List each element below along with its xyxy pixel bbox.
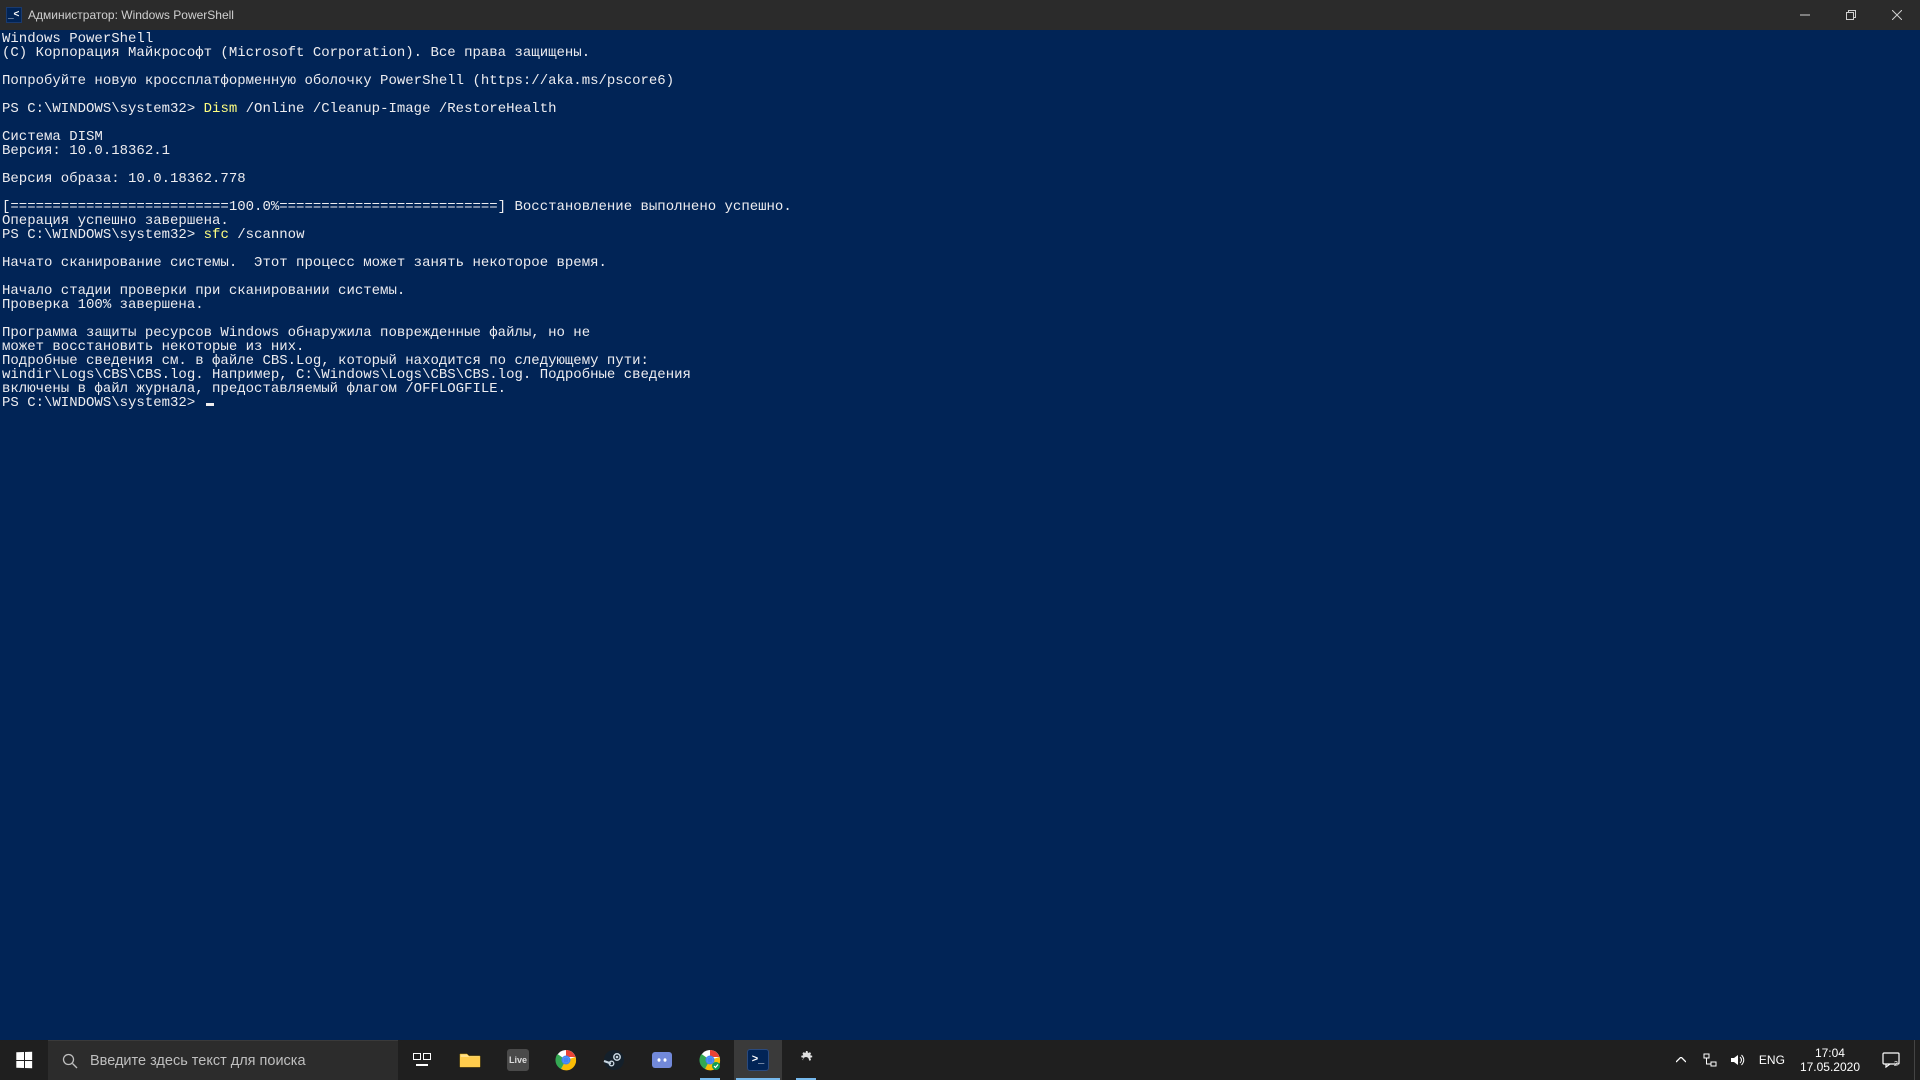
notification-icon: 2 <box>1882 1052 1900 1068</box>
close-button[interactable] <box>1874 0 1920 30</box>
tray-overflow-button[interactable] <box>1666 1040 1696 1080</box>
taskbar: Введите здесь текст для поиска Live >_ E… <box>0 1040 1920 1080</box>
taskbar-app-discord[interactable] <box>638 1040 686 1080</box>
search-box[interactable]: Введите здесь текст для поиска <box>48 1040 398 1080</box>
minimize-button[interactable] <box>1782 0 1828 30</box>
taskbar-app-steam[interactable] <box>590 1040 638 1080</box>
powershell-icon: >_ <box>6 7 22 23</box>
chevron-up-icon <box>1676 1057 1686 1063</box>
tray-language-button[interactable]: ENG <box>1752 1040 1792 1080</box>
task-view-button[interactable] <box>398 1040 446 1080</box>
tray-volume-button[interactable] <box>1724 1040 1752 1080</box>
chrome-icon <box>554 1048 578 1072</box>
system-tray: ENG 17:04 17.05.2020 2 <box>1666 1040 1920 1080</box>
clock-time: 17:04 <box>1815 1046 1845 1060</box>
folder-icon <box>458 1048 482 1072</box>
console-output[interactable]: Windows PowerShell(C) Корпорация Майкрос… <box>0 30 1920 1040</box>
tray-notifications-button[interactable]: 2 <box>1868 1040 1914 1080</box>
gear-icon <box>794 1048 818 1072</box>
show-desktop-button[interactable] <box>1914 1040 1920 1080</box>
steam-icon <box>602 1048 626 1072</box>
volume-icon <box>1730 1052 1746 1068</box>
svg-text:2: 2 <box>1894 1061 1898 1068</box>
chrome-canary-icon <box>698 1048 722 1072</box>
tray-clock[interactable]: 17:04 17.05.2020 <box>1792 1040 1868 1080</box>
powershell-window: >_ Администратор: Windows PowerShell Win… <box>0 0 1920 1040</box>
network-icon <box>1702 1052 1718 1068</box>
taskbar-app-powershell[interactable]: >_ <box>734 1040 782 1080</box>
taskbar-app-file-explorer[interactable] <box>446 1040 494 1080</box>
taskbar-app-live[interactable]: Live <box>494 1040 542 1080</box>
tray-network-button[interactable] <box>1696 1040 1724 1080</box>
discord-icon <box>650 1048 674 1072</box>
powershell-taskbar-icon: >_ <box>747 1049 769 1071</box>
search-icon <box>62 1053 78 1069</box>
start-button[interactable] <box>0 1040 48 1080</box>
maximize-button[interactable] <box>1828 0 1874 30</box>
search-placeholder: Введите здесь текст для поиска <box>90 1053 306 1069</box>
windows-logo-icon <box>16 1052 32 1068</box>
taskbar-app-chrome-canary[interactable] <box>686 1040 734 1080</box>
titlebar[interactable]: >_ Администратор: Windows PowerShell <box>0 0 1920 30</box>
taskbar-app-settings[interactable] <box>782 1040 830 1080</box>
clock-date: 17.05.2020 <box>1800 1060 1860 1074</box>
live-icon: Live <box>507 1049 529 1071</box>
taskbar-app-chrome[interactable] <box>542 1040 590 1080</box>
window-title: Администратор: Windows PowerShell <box>28 8 234 22</box>
task-view-icon <box>413 1053 431 1067</box>
